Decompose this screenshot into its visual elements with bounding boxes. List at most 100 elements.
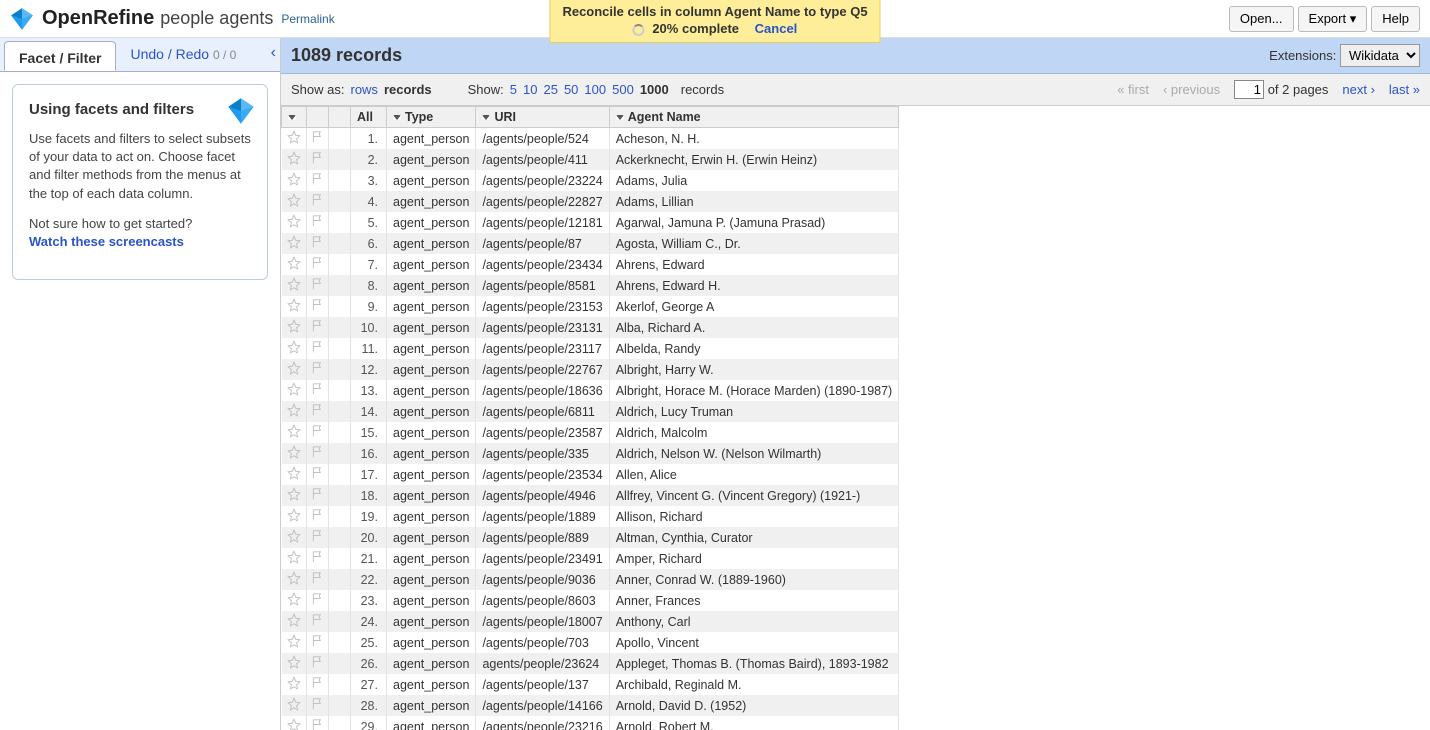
extensions-select[interactable]: Wikidata [1340,44,1420,67]
show-as-records[interactable]: records [384,82,432,97]
star-icon[interactable] [287,361,301,375]
tab-facet-filter[interactable]: Facet / Filter [4,41,116,71]
flag-icon[interactable] [311,382,325,396]
flag-icon[interactable] [311,508,325,522]
page-size-1000[interactable]: 1000 [640,82,669,97]
page-size-10[interactable]: 10 [523,82,537,97]
star-icon[interactable] [287,340,301,354]
star-icon[interactable] [287,382,301,396]
star-icon[interactable] [287,718,301,730]
chevron-down-icon[interactable] [393,115,401,120]
page-last[interactable]: last » [1389,82,1420,97]
flag-icon[interactable] [311,319,325,333]
cell-agent-name: Agosta, William C., Dr. [609,233,899,254]
flag-icon[interactable] [311,466,325,480]
flag-icon[interactable] [311,634,325,648]
facet-help-box: Using facets and filters Use facets and … [12,84,268,280]
flag-icon[interactable] [311,172,325,186]
flag-icon[interactable] [311,361,325,375]
flag-icon[interactable] [311,403,325,417]
col-menu-all[interactable] [282,107,307,128]
cell-uri: /agents/people/18636 [476,380,609,401]
collapse-panel-icon[interactable]: ‹ [271,44,276,62]
star-icon[interactable] [287,466,301,480]
flag-icon[interactable] [311,487,325,501]
flag-icon[interactable] [311,298,325,312]
star-icon[interactable] [287,424,301,438]
show-as-rows[interactable]: rows [350,82,377,97]
star-icon[interactable] [287,487,301,501]
cell-type: agent_person [387,443,476,464]
star-icon[interactable] [287,445,301,459]
flag-icon[interactable] [311,256,325,270]
page-size-25[interactable]: 25 [543,82,557,97]
star-icon[interactable] [287,655,301,669]
star-icon[interactable] [287,592,301,606]
star-icon[interactable] [287,613,301,627]
flag-icon[interactable] [311,424,325,438]
flag-icon[interactable] [311,193,325,207]
star-icon[interactable] [287,214,301,228]
star-icon[interactable] [287,172,301,186]
permalink-link[interactable]: Permalink [281,12,334,26]
star-icon[interactable] [287,151,301,165]
col-agent-name[interactable]: Agent Name [609,107,899,128]
flag-icon[interactable] [311,718,325,730]
flag-icon[interactable] [311,235,325,249]
star-icon[interactable] [287,529,301,543]
page-prev[interactable]: ‹ previous [1163,82,1220,97]
star-icon[interactable] [287,550,301,564]
open-button[interactable]: Open... [1229,6,1294,32]
chevron-down-icon[interactable] [616,115,624,120]
page-size-50[interactable]: 50 [564,82,578,97]
flag-icon[interactable] [311,676,325,690]
cancel-link[interactable]: Cancel [755,21,798,36]
page-size-500[interactable]: 500 [612,82,634,97]
star-icon[interactable] [287,319,301,333]
star-icon[interactable] [287,256,301,270]
flag-icon[interactable] [311,697,325,711]
star-icon[interactable] [287,571,301,585]
page-first[interactable]: « first [1117,82,1149,97]
tab-undo-redo[interactable]: Undo / Redo 0 / 0 [116,38,250,71]
flag-icon[interactable] [311,550,325,564]
chevron-down-icon[interactable] [482,115,490,120]
flag-icon[interactable] [311,655,325,669]
screencasts-link[interactable]: Watch these screencasts [29,234,184,249]
flag-icon[interactable] [311,277,325,291]
export-button[interactable]: Export ▾ [1298,6,1368,32]
flag-icon[interactable] [311,151,325,165]
flag-icon[interactable] [311,592,325,606]
project-name: people agents [160,8,273,29]
chevron-down-icon[interactable] [288,115,296,120]
page-input[interactable] [1234,80,1264,99]
col-type[interactable]: Type [387,107,476,128]
cell-agent-name: Appleget, Thomas B. (Thomas Baird), 1893… [609,653,899,674]
flag-icon[interactable] [311,529,325,543]
col-uri[interactable]: URI [476,107,609,128]
star-icon[interactable] [287,676,301,690]
page-size-100[interactable]: 100 [584,82,606,97]
extensions-label: Extensions: [1269,48,1336,63]
star-icon[interactable] [287,130,301,144]
star-icon[interactable] [287,193,301,207]
star-icon[interactable] [287,298,301,312]
table-row: 7.agent_person/agents/people/23434Ahrens… [282,254,899,275]
star-icon[interactable] [287,277,301,291]
page-next[interactable]: next › [1342,82,1375,97]
star-icon[interactable] [287,508,301,522]
star-icon[interactable] [287,697,301,711]
flag-icon[interactable] [311,214,325,228]
row-number: 2. [351,149,387,170]
star-icon[interactable] [287,403,301,417]
flag-icon[interactable] [311,613,325,627]
star-icon[interactable] [287,235,301,249]
flag-icon[interactable] [311,571,325,585]
flag-icon[interactable] [311,340,325,354]
star-icon[interactable] [287,634,301,648]
flag-icon[interactable] [311,130,325,144]
row-number: 7. [351,254,387,275]
page-size-5[interactable]: 5 [510,82,517,97]
flag-icon[interactable] [311,445,325,459]
help-button[interactable]: Help [1371,6,1420,32]
